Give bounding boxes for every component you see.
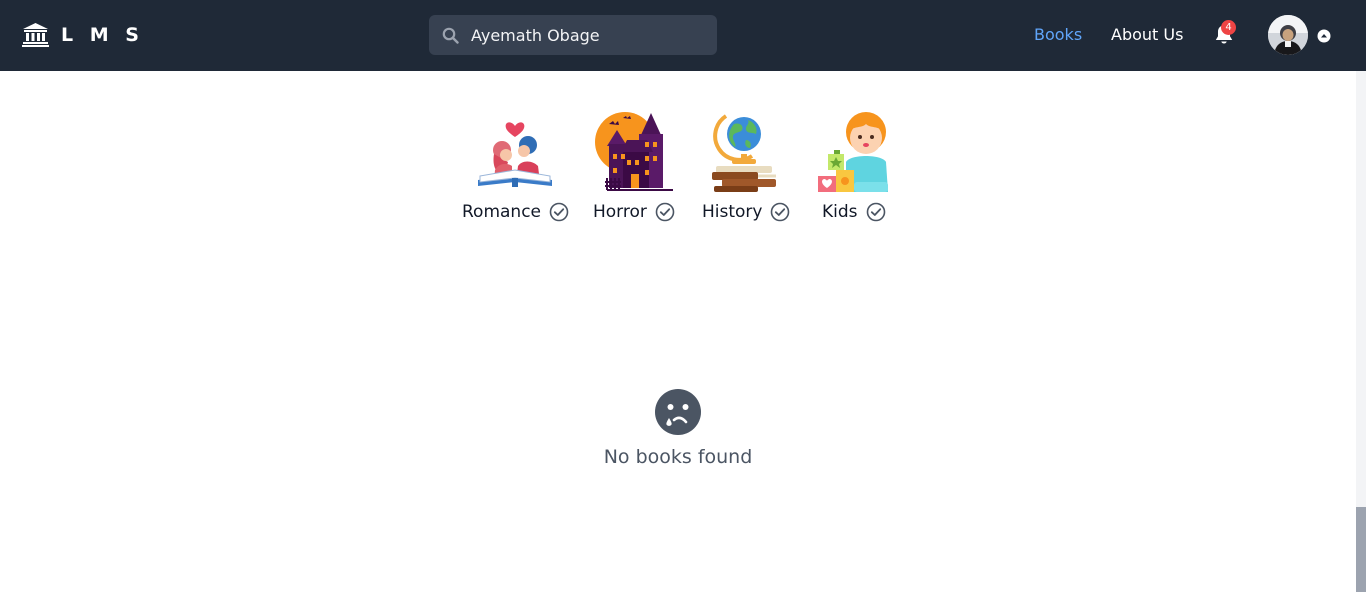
history-illustration xyxy=(712,110,780,196)
search-input[interactable] xyxy=(469,24,703,46)
check-circle-icon[interactable] xyxy=(770,202,790,222)
search-box[interactable] xyxy=(429,15,717,55)
category-label: Horror xyxy=(593,202,647,222)
sad-face-icon xyxy=(654,388,702,440)
dropdown-caret-icon[interactable] xyxy=(1317,28,1331,47)
nav-link-books[interactable]: Books xyxy=(1034,25,1082,44)
check-circle-icon[interactable] xyxy=(549,202,569,222)
category-label: Kids xyxy=(822,202,858,222)
bank-icon xyxy=(22,22,49,47)
nav-link-about-us[interactable]: About Us xyxy=(1111,25,1183,44)
category-label: Romance xyxy=(462,202,542,222)
horror-illustration xyxy=(593,110,675,196)
top-navbar: L M S Books About Us 4 xyxy=(0,0,1366,71)
brand-name: L M S xyxy=(61,23,144,46)
check-circle-icon[interactable] xyxy=(866,202,886,222)
empty-state: No books found xyxy=(0,388,1356,468)
brand-logo[interactable]: L M S xyxy=(22,22,144,47)
user-avatar[interactable] xyxy=(1268,15,1308,55)
search-icon xyxy=(442,27,459,44)
notification-count-badge: 4 xyxy=(1221,20,1236,35)
romance-illustration xyxy=(474,110,556,196)
kids-illustration xyxy=(816,110,892,196)
empty-state-message: No books found xyxy=(603,446,753,468)
check-circle-icon[interactable] xyxy=(655,202,675,222)
scrollbar-thumb[interactable] xyxy=(1356,507,1366,592)
page-scrollbar[interactable] xyxy=(1356,71,1366,592)
category-label: History xyxy=(702,202,763,222)
